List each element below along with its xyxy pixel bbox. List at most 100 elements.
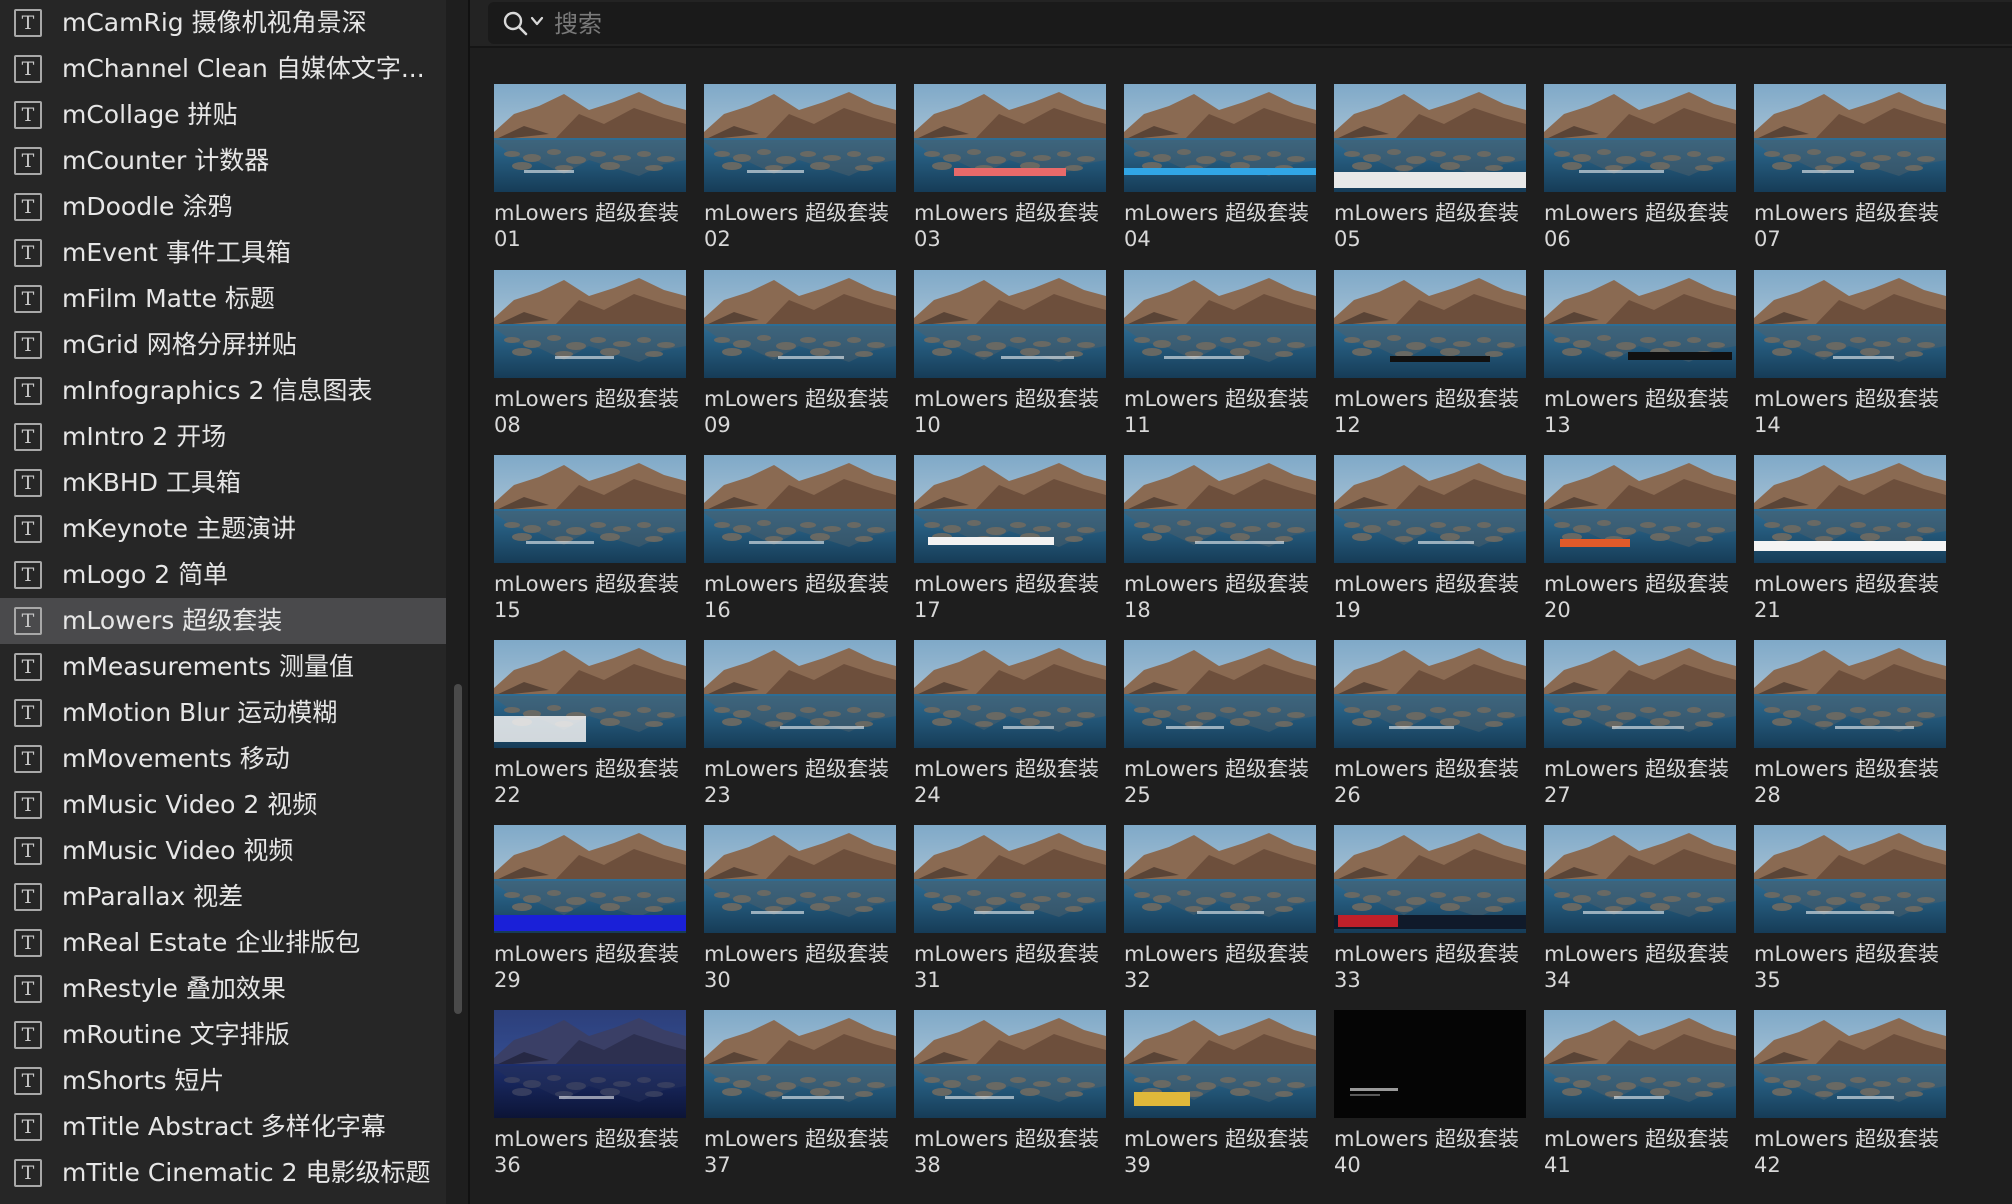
tile-thumbnail[interactable] xyxy=(494,825,686,933)
generator-tile[interactable]: mLowers 超级套装 30 xyxy=(704,825,896,1013)
generator-tile[interactable]: mLowers 超级套装 06 xyxy=(1544,84,1736,272)
sidebar-scrollbar-thumb[interactable] xyxy=(454,684,462,1014)
sidebar-item[interactable]: TmLogo 2 简单 xyxy=(0,552,446,598)
generator-tile[interactable]: mLowers 超级套装 01 xyxy=(494,84,686,272)
tile-thumbnail[interactable] xyxy=(1754,270,1946,378)
sidebar-item[interactable]: TmChannel Clean 自媒体文字... xyxy=(0,46,446,92)
generator-tile[interactable]: mLowers 超级套装 11 xyxy=(1124,270,1316,458)
generator-tile[interactable]: mLowers 超级套装 02 xyxy=(704,84,896,272)
generator-tile[interactable]: mLowers 超级套装 33 xyxy=(1334,825,1526,1013)
generator-tile[interactable]: mLowers 超级套装 27 xyxy=(1544,640,1736,828)
chevron-down-icon[interactable] xyxy=(530,14,544,28)
tile-thumbnail[interactable] xyxy=(1544,84,1736,192)
tile-thumbnail[interactable] xyxy=(914,84,1106,192)
generator-tile[interactable]: mLowers 超级套装 25 xyxy=(1124,640,1316,828)
sidebar-item[interactable]: TmIntro 2 开场 xyxy=(0,414,446,460)
generator-tile[interactable]: mLowers 超级套装 22 xyxy=(494,640,686,828)
tile-thumbnail[interactable] xyxy=(704,825,896,933)
generator-tile[interactable]: mLowers 超级套装 15 xyxy=(494,455,686,643)
generator-tile[interactable]: mLowers 超级套装 19 xyxy=(1334,455,1526,643)
tile-thumbnail[interactable] xyxy=(1334,640,1526,748)
sidebar-item[interactable]: TmMotion Blur 运动模糊 xyxy=(0,690,446,736)
tile-thumbnail[interactable] xyxy=(1124,825,1316,933)
search-input[interactable] xyxy=(552,2,1956,46)
generator-tile[interactable]: mLowers 超级套装 34 xyxy=(1544,825,1736,1013)
sidebar-item[interactable]: TmEvent 事件工具箱 xyxy=(0,230,446,276)
generator-tile[interactable]: mLowers 超级套装 07 xyxy=(1754,84,1946,272)
generator-tile[interactable]: mLowers 超级套装 17 xyxy=(914,455,1106,643)
tile-thumbnail[interactable] xyxy=(1754,455,1946,563)
sidebar-item[interactable]: TmMovements 移动 xyxy=(0,736,446,782)
search-icon[interactable] xyxy=(502,10,528,36)
tile-thumbnail[interactable] xyxy=(1544,270,1736,378)
sidebar-item[interactable]: TmTitle Cinematic 2 电影级标题 xyxy=(0,1150,446,1196)
sidebar-item[interactable]: TmCamRig 摄像机视角景深 xyxy=(0,0,446,46)
sidebar-item[interactable]: TmMusic Video 视频 xyxy=(0,828,446,874)
tile-thumbnail[interactable] xyxy=(914,640,1106,748)
generator-tile[interactable]: mLowers 超级套装 23 xyxy=(704,640,896,828)
tile-thumbnail[interactable] xyxy=(704,455,896,563)
tile-thumbnail[interactable] xyxy=(1544,1010,1736,1118)
generator-tile[interactable]: mLowers 超级套装 04 xyxy=(1124,84,1316,272)
sidebar-item[interactable]: TmCounter 计数器 xyxy=(0,138,446,184)
tile-thumbnail[interactable] xyxy=(1544,640,1736,748)
sidebar-item[interactable]: TmLowers 超级套装 xyxy=(0,598,446,644)
sidebar-item[interactable]: TmKBHD 工具箱 xyxy=(0,460,446,506)
sidebar-item[interactable]: TmKeynote 主题演讲 xyxy=(0,506,446,552)
tile-thumbnail[interactable] xyxy=(1334,270,1526,378)
generator-tile[interactable]: mLowers 超级套装 14 xyxy=(1754,270,1946,458)
search-field[interactable] xyxy=(488,2,2012,46)
tile-thumbnail[interactable] xyxy=(914,1010,1106,1118)
generator-tile[interactable]: mLowers 超级套装 37 xyxy=(704,1010,896,1198)
generator-tile[interactable]: mLowers 超级套装 12 xyxy=(1334,270,1526,458)
tile-thumbnail[interactable] xyxy=(914,825,1106,933)
tile-thumbnail[interactable] xyxy=(914,270,1106,378)
generator-tile[interactable]: mLowers 超级套装 08 xyxy=(494,270,686,458)
generator-tile[interactable]: mLowers 超级套装 16 xyxy=(704,455,896,643)
generator-tile[interactable]: mLowers 超级套装 13 xyxy=(1544,270,1736,458)
generator-tile[interactable]: mLowers 超级套装 28 xyxy=(1754,640,1946,828)
tile-thumbnail[interactable] xyxy=(1124,640,1316,748)
tile-thumbnail[interactable] xyxy=(494,455,686,563)
sidebar-item[interactable]: TmFilm Matte 标题 xyxy=(0,276,446,322)
generator-tile[interactable]: mLowers 超级套装 05 xyxy=(1334,84,1526,272)
generator-tile[interactable]: mLowers 超级套装 26 xyxy=(1334,640,1526,828)
tile-thumbnail[interactable] xyxy=(1124,1010,1316,1118)
sidebar-item[interactable]: TmGrid 网格分屏拼贴 xyxy=(0,322,446,368)
generator-tile[interactable]: mLowers 超级套装 31 xyxy=(914,825,1106,1013)
generator-tile[interactable]: mLowers 超级套装 42 xyxy=(1754,1010,1946,1198)
sidebar-scrollbar[interactable] xyxy=(448,0,468,1204)
generator-tile[interactable]: mLowers 超级套装 29 xyxy=(494,825,686,1013)
tile-thumbnail[interactable] xyxy=(1124,270,1316,378)
tile-thumbnail[interactable] xyxy=(1544,455,1736,563)
sidebar-item[interactable]: TmDoodle 涂鸦 xyxy=(0,184,446,230)
tile-thumbnail[interactable] xyxy=(704,270,896,378)
generator-tile[interactable]: mLowers 超级套装 40 xyxy=(1334,1010,1526,1198)
tile-thumbnail[interactable] xyxy=(494,640,686,748)
tile-thumbnail[interactable] xyxy=(1754,1010,1946,1118)
tile-thumbnail[interactable] xyxy=(704,1010,896,1118)
tile-thumbnail[interactable] xyxy=(494,84,686,192)
sidebar-item[interactable]: TmReal Estate 企业排版包 xyxy=(0,920,446,966)
generator-tile[interactable]: mLowers 超级套装 39 xyxy=(1124,1010,1316,1198)
sidebar-item[interactable]: TmRoutine 文字排版 xyxy=(0,1012,446,1058)
generator-tile[interactable]: mLowers 超级套装 10 xyxy=(914,270,1106,458)
generator-tile[interactable]: mLowers 超级套装 38 xyxy=(914,1010,1106,1198)
generator-tile[interactable]: mLowers 超级套装 32 xyxy=(1124,825,1316,1013)
tile-thumbnail[interactable] xyxy=(704,640,896,748)
tile-thumbnail[interactable] xyxy=(1334,825,1526,933)
tile-thumbnail[interactable] xyxy=(1754,825,1946,933)
tile-thumbnail[interactable] xyxy=(1334,1010,1526,1118)
sidebar-item[interactable]: TmShorts 短片 xyxy=(0,1058,446,1104)
generator-tile[interactable]: mLowers 超级套装 20 xyxy=(1544,455,1736,643)
sidebar-item[interactable]: TmParallax 视差 xyxy=(0,874,446,920)
generator-tile[interactable]: mLowers 超级套装 24 xyxy=(914,640,1106,828)
tile-thumbnail[interactable] xyxy=(1754,84,1946,192)
generator-tile[interactable]: mLowers 超级套装 18 xyxy=(1124,455,1316,643)
tile-thumbnail[interactable] xyxy=(1334,84,1526,192)
tile-thumbnail[interactable] xyxy=(494,1010,686,1118)
sidebar-item[interactable]: TmInfographics 2 信息图表 xyxy=(0,368,446,414)
tile-thumbnail[interactable] xyxy=(1334,455,1526,563)
generator-tile[interactable]: mLowers 超级套装 09 xyxy=(704,270,896,458)
tile-thumbnail[interactable] xyxy=(1754,640,1946,748)
